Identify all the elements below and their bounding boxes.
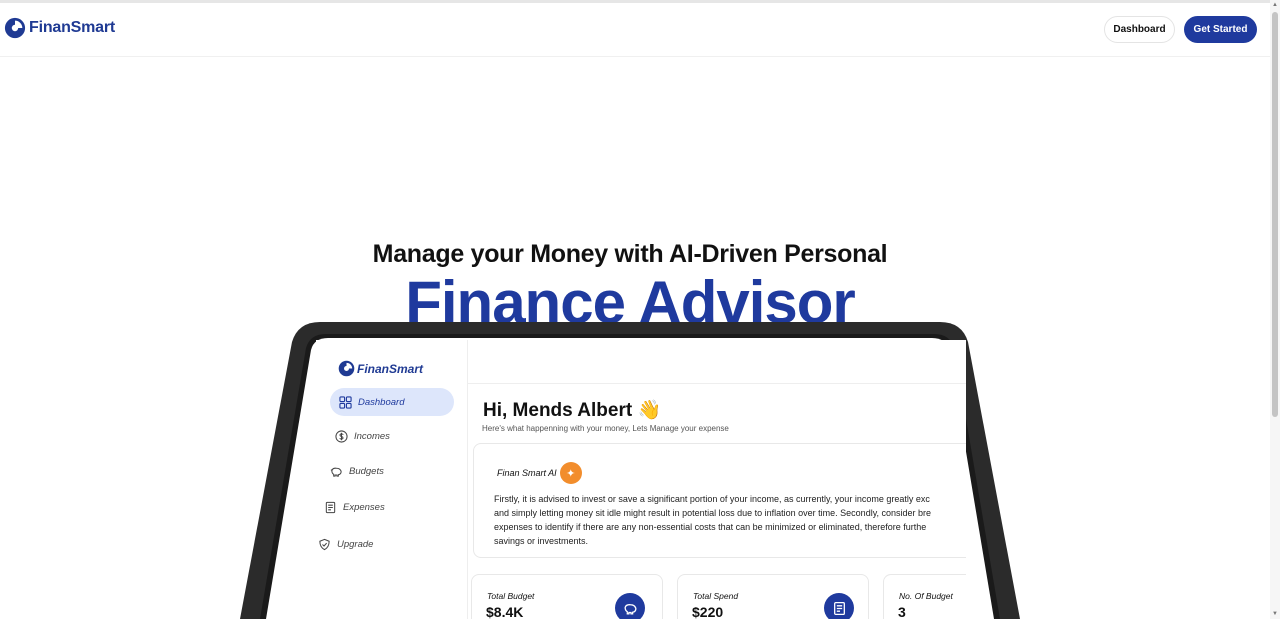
- app-screen: FinanSmart Dashboard Incomes Budgets Exp…: [316, 340, 966, 619]
- sidebar-item-label: Incomes: [354, 431, 390, 442]
- sidebar-item-label: Dashboard: [358, 396, 405, 408]
- stat-value: $8.4K: [486, 604, 524, 619]
- site-header: FinanSmart Dashboard Get Started: [0, 3, 1270, 57]
- ai-card-header: Finan Smart AI ✦: [497, 462, 582, 484]
- ai-advice-card: Finan Smart AI ✦ Firstly, it is advised …: [473, 443, 966, 558]
- receipt-icon: [325, 501, 336, 514]
- stat-value: 3: [898, 604, 906, 619]
- sidebar-item-dashboard[interactable]: Dashboard: [330, 388, 454, 416]
- stat-label: No. Of Budget: [899, 591, 953, 601]
- stat-card-total-budget: Total Budget $8.4K: [471, 574, 663, 619]
- tablet-preview: FinanSmart Dashboard Incomes Budgets Exp…: [240, 322, 1020, 619]
- sparkle-icon: ✦: [559, 462, 582, 484]
- dollar-circle-icon: [335, 430, 348, 443]
- brand-logo[interactable]: FinanSmart: [4, 17, 115, 39]
- piggy-bank-icon: [330, 467, 342, 477]
- pie-logo-icon: [4, 17, 26, 39]
- stat-label: Total Budget: [487, 591, 535, 601]
- sidebar-item-label: Budgets: [349, 466, 384, 477]
- sidebar-item-incomes[interactable]: Incomes: [335, 430, 390, 443]
- ai-advice-line: and simply letting money sit idle might …: [494, 508, 932, 518]
- sidebar-item-label: Expenses: [343, 502, 385, 513]
- ai-advice-line: expenses to identify if there are any no…: [494, 522, 927, 532]
- brand-name: FinanSmart: [29, 19, 116, 36]
- sidebar-item-budgets[interactable]: Budgets: [330, 465, 384, 478]
- greeting-subtitle: Here's what happenning with your money, …: [482, 424, 729, 433]
- stat-value: $220: [692, 604, 724, 619]
- dashboard-button[interactable]: Dashboard: [1104, 16, 1175, 43]
- greeting-title: Hi, Mends Albert 👋: [483, 400, 662, 421]
- receipt-icon: [824, 593, 854, 619]
- scroll-down-icon[interactable]: ▼: [1272, 611, 1278, 617]
- scrollbar-thumb[interactable]: [1272, 12, 1278, 417]
- sidebar-item-expenses[interactable]: Expenses: [324, 501, 385, 514]
- sidebar-item-label: Upgrade: [337, 539, 374, 550]
- page-scrollbar[interactable]: ▲ ▼: [1270, 0, 1280, 619]
- shield-check-icon: [319, 538, 330, 551]
- hero-title: Finance Advisor: [405, 269, 856, 326]
- piggy-bank-icon: [615, 593, 645, 619]
- app-brand-name: FinanSmart: [357, 361, 424, 376]
- app-topbar: [468, 340, 966, 384]
- grid-icon: [339, 395, 352, 409]
- ai-advice-line: savings or investments.: [494, 536, 589, 546]
- ai-advice-text: Firstly, it is advised to invest or save…: [494, 492, 964, 548]
- stat-card-budget-count: No. Of Budget 3: [883, 574, 966, 619]
- pie-logo-icon: [338, 360, 355, 377]
- sidebar-item-upgrade[interactable]: Upgrade: [318, 538, 373, 551]
- scroll-up-icon[interactable]: ▲: [1272, 2, 1278, 8]
- ai-card-title: Finan Smart AI: [497, 468, 557, 478]
- app-brand-logo[interactable]: FinanSmart: [338, 360, 423, 377]
- app-sidebar: FinanSmart Dashboard Incomes Budgets Exp…: [316, 340, 468, 619]
- get-started-button[interactable]: Get Started: [1184, 16, 1257, 43]
- stat-card-total-spend: Total Spend $220: [677, 574, 869, 619]
- stat-label: Total Spend: [693, 591, 739, 601]
- hero-subtitle: Manage your Money with AI-Driven Persona…: [372, 240, 888, 268]
- ai-advice-line: Firstly, it is advised to invest or save…: [494, 494, 930, 504]
